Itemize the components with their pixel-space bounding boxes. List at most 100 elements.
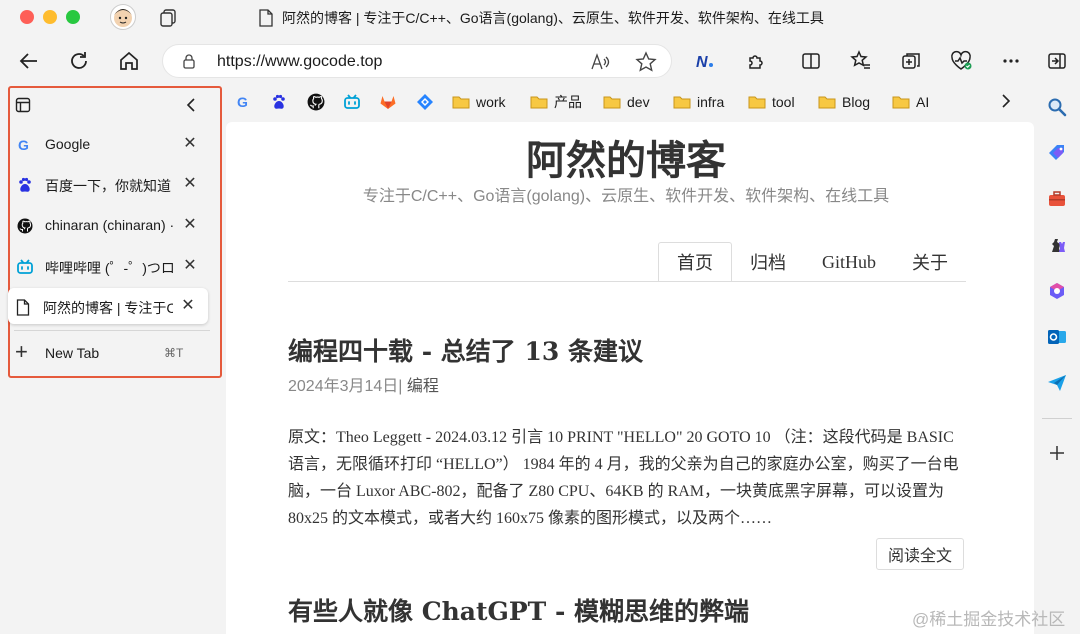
- bookmark-folder-infra[interactable]: infra: [673, 92, 724, 112]
- lock-icon[interactable]: [181, 53, 197, 69]
- new-tab-button[interactable]: + New Tab ⌘T: [10, 340, 220, 366]
- bookmark-folder-dev[interactable]: dev: [603, 92, 650, 112]
- post-meta-separator: |: [398, 378, 403, 395]
- bookmark-folder-work[interactable]: work: [452, 92, 506, 112]
- bilibili-icon: [16, 258, 34, 276]
- read-aloud-icon[interactable]: [589, 51, 611, 73]
- bookmark-folder-ai[interactable]: AI: [892, 92, 929, 112]
- add-sidebar-app-icon[interactable]: [1046, 442, 1068, 464]
- bookmark-jira[interactable]: [416, 92, 434, 112]
- refresh-icon: [71, 52, 87, 69]
- tab-label: 百度一下，你就知道: [45, 178, 171, 194]
- nav-divider: [288, 281, 966, 282]
- google-icon: G: [237, 94, 248, 110]
- back-button[interactable]: [16, 48, 42, 74]
- gitlab-icon: [380, 96, 396, 109]
- workspaces-icon[interactable]: [158, 8, 178, 28]
- chevron-right-icon[interactable]: [998, 92, 1014, 110]
- new-tab-label: New Tab: [45, 345, 100, 361]
- browser-essentials-button[interactable]: [948, 48, 974, 74]
- folder-icon: [748, 96, 766, 109]
- minimize-window-button[interactable]: [43, 10, 57, 24]
- split-screen-button[interactable]: [798, 48, 824, 74]
- collections-icon: [902, 53, 920, 69]
- collapse-pane-icon[interactable]: [184, 97, 200, 113]
- close-tab-icon[interactable]: ✕: [182, 217, 198, 233]
- collections-button[interactable]: [898, 48, 924, 74]
- close-tab-icon[interactable]: ✕: [182, 136, 198, 152]
- post-excerpt: 原文：Theo Leggett - 2024.03.12 引言 10 PRINT…: [288, 429, 959, 527]
- microsoft-365-icon[interactable]: [1046, 280, 1068, 302]
- svg-text:N: N: [696, 54, 708, 71]
- post-title[interactable]: 编程四十载 - 总结了 13 条建议: [288, 332, 643, 368]
- tab-item-github[interactable]: chinaran (chinaran) · GitHub ✕: [10, 207, 220, 243]
- outlook-icon[interactable]: [1046, 326, 1068, 348]
- github-icon: [16, 217, 34, 235]
- post-date: 2024年3月14日: [288, 378, 399, 395]
- tab-item-baidu[interactable]: 百度一下，你就知道 ✕: [10, 166, 220, 202]
- bookmark-github[interactable]: [307, 92, 325, 112]
- close-window-button[interactable]: [20, 10, 34, 24]
- send-plane-icon[interactable]: [1046, 372, 1068, 394]
- favorites-button[interactable]: [848, 48, 874, 74]
- read-more-button[interactable]: 阅读全文: [876, 538, 964, 570]
- window-title-text: 阿然的博客 | 专注于C/C++、Go语言(golang)、云原生、软件开发、软…: [282, 10, 824, 26]
- zoom-window-button[interactable]: [66, 10, 80, 24]
- folder-icon: [452, 96, 470, 109]
- bookmark-gitlab[interactable]: [379, 92, 397, 112]
- close-tab-icon[interactable]: ✕: [182, 176, 198, 192]
- profile-avatar[interactable]: [110, 4, 136, 30]
- sidebar-exit-icon: [1048, 53, 1066, 69]
- nav-about[interactable]: 关于: [894, 242, 966, 282]
- bookmark-google[interactable]: G: [236, 92, 252, 112]
- github-icon: [307, 93, 325, 111]
- favorite-star-icon[interactable]: [635, 51, 657, 73]
- address-bar[interactable]: https://www.gocode.top: [162, 44, 672, 78]
- nav-github[interactable]: GitHub: [804, 242, 894, 282]
- search-icon[interactable]: [1046, 96, 1068, 118]
- nav-archive[interactable]: 归档: [732, 242, 804, 282]
- close-tab-icon[interactable]: ✕: [182, 258, 198, 274]
- post-meta: 2024年3月14日| 编程: [288, 372, 439, 396]
- nav-home[interactable]: 首页: [658, 242, 732, 282]
- address-url[interactable]: https://www.gocode.top: [217, 53, 382, 71]
- sidebar-divider: [1042, 418, 1072, 419]
- baidu-icon: [16, 176, 34, 194]
- new-tab-shortcut: ⌘T: [164, 346, 184, 360]
- extensions-button[interactable]: [744, 48, 770, 74]
- bookmark-folder-label: 产品: [554, 94, 582, 110]
- vertical-tabs-pane: G Google ✕ 百度一下，你就知道 ✕ chinaran (chinara…: [8, 86, 222, 378]
- tab-item-bilibili[interactable]: 哔哩哔哩 (゜-゜)つロ 干杯~-bilibili ✕: [10, 248, 220, 284]
- refresh-button[interactable]: [66, 48, 92, 74]
- tab-item-google[interactable]: G Google ✕: [10, 126, 220, 162]
- more-menu-button[interactable]: [998, 48, 1024, 74]
- tab-actions-icon[interactable]: [15, 97, 31, 113]
- bilibili-icon: [344, 94, 360, 109]
- site-title[interactable]: 阿然的博客: [226, 128, 1026, 186]
- bookmark-bilibili[interactable]: [343, 92, 361, 112]
- bookmark-folder-blog[interactable]: Blog: [818, 92, 870, 112]
- site-nav: 首页 归档 GitHub 关于: [658, 242, 966, 282]
- shopping-tag-icon[interactable]: [1046, 142, 1068, 164]
- bookmark-baidu[interactable]: [271, 92, 287, 112]
- bookmark-folder-tool[interactable]: tool: [748, 92, 795, 112]
- window-title: 阿然的博客 | 专注于C/C++、Go语言(golang)、云原生、软件开发、软…: [258, 6, 824, 30]
- post-title[interactable]: 有些人就像 ChatGPT - 模糊思维的弊端: [288, 592, 749, 628]
- home-button[interactable]: [116, 48, 142, 74]
- tab-item-active-blog[interactable]: 阿然的博客 | 专注于C/C++、Go语言 ✕: [8, 288, 208, 324]
- arrow-left-icon: [19, 53, 37, 69]
- bookmark-folder-label: infra: [697, 94, 725, 110]
- extension-n-button[interactable]: N: [692, 48, 718, 74]
- edge-sidebar: [1034, 86, 1080, 634]
- tools-briefcase-icon[interactable]: [1046, 188, 1068, 210]
- hide-sidebar-button[interactable]: [1044, 48, 1070, 74]
- games-chess-icon[interactable]: [1046, 234, 1068, 256]
- post-category[interactable]: 编程: [407, 378, 439, 395]
- bookmark-folder-product[interactable]: 产品: [530, 92, 582, 112]
- page-icon: [259, 9, 273, 27]
- baidu-icon: [273, 94, 285, 109]
- heart-pulse-icon: [951, 50, 972, 70]
- jira-icon: [417, 94, 433, 110]
- home-icon: [120, 51, 138, 70]
- close-tab-icon[interactable]: ✕: [180, 298, 196, 314]
